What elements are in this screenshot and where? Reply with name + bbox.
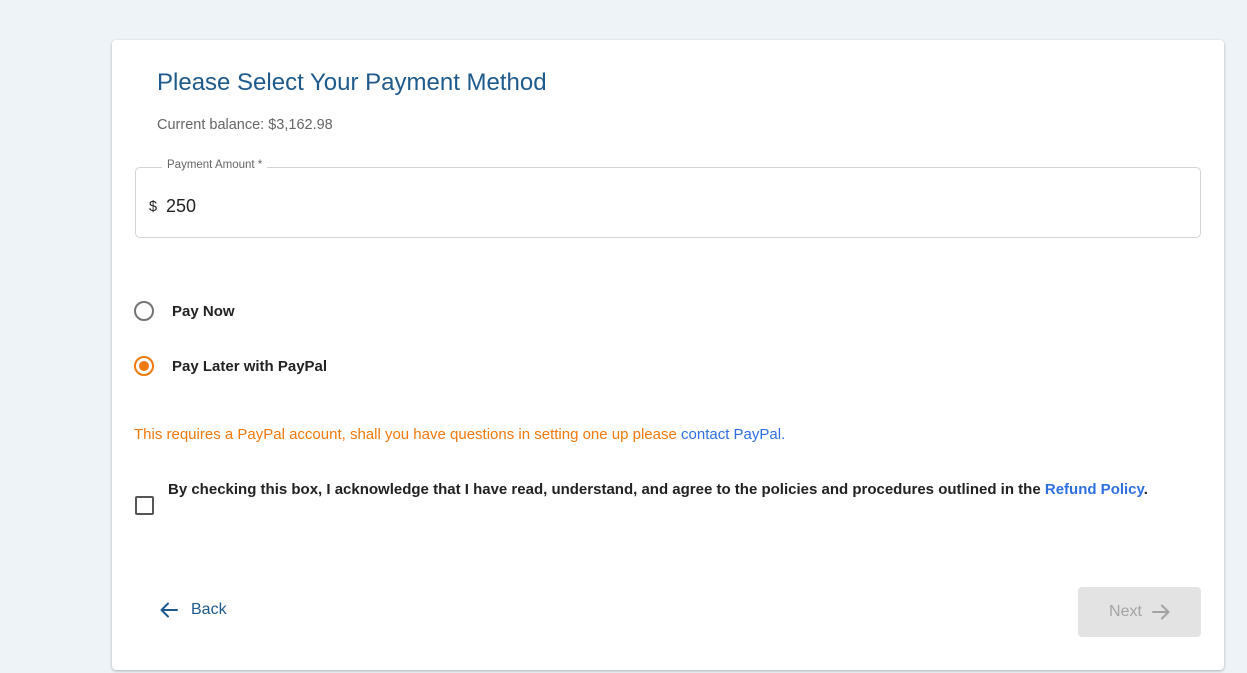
pay-later-paypal-option[interactable]: Pay Later with PayPal — [134, 356, 327, 376]
pay-now-label: Pay Now — [172, 302, 235, 320]
currency-symbol: $ — [149, 199, 158, 215]
next-button[interactable]: Next — [1078, 587, 1201, 637]
contact-paypal-link[interactable]: contact PayPal — [681, 426, 781, 443]
payment-amount-input[interactable] — [166, 192, 1166, 220]
pay-later-paypal-radio[interactable] — [134, 356, 154, 376]
arrow-right-icon — [1151, 604, 1170, 620]
paypal-requirement-note: This requires a PayPal account, shall yo… — [134, 426, 785, 443]
back-button[interactable]: Back — [160, 601, 227, 619]
agreement-text: By checking this box, I acknowledge that… — [168, 475, 1208, 505]
pay-later-paypal-label: Pay Later with PayPal — [172, 357, 328, 375]
paypal-note-suffix: . — [781, 426, 786, 443]
pay-now-radio[interactable] — [134, 301, 154, 321]
payment-amount-field[interactable]: Payment Amount * $ — [135, 159, 1201, 238]
current-balance: Current balance: $3,162.98 — [157, 117, 333, 133]
agreement-body: By checking this box, I acknowledge that… — [168, 481, 1045, 498]
payment-method-card: Please Select Your Payment Method Curren… — [112, 40, 1224, 670]
agreement-suffix: . — [1143, 481, 1148, 498]
back-label: Back — [191, 601, 227, 618]
refund-policy-checkbox[interactable] — [135, 496, 154, 515]
pay-now-option[interactable]: Pay Now — [134, 301, 235, 321]
refund-policy-link[interactable]: Refund Policy — [1045, 481, 1144, 498]
arrow-left-icon — [160, 602, 178, 618]
paypal-note-text: This requires a PayPal account, shall yo… — [134, 426, 682, 443]
next-label: Next — [1109, 603, 1142, 620]
payment-amount-label: Payment Amount * — [162, 159, 268, 171]
page-title: Please Select Your Payment Method — [157, 69, 547, 96]
